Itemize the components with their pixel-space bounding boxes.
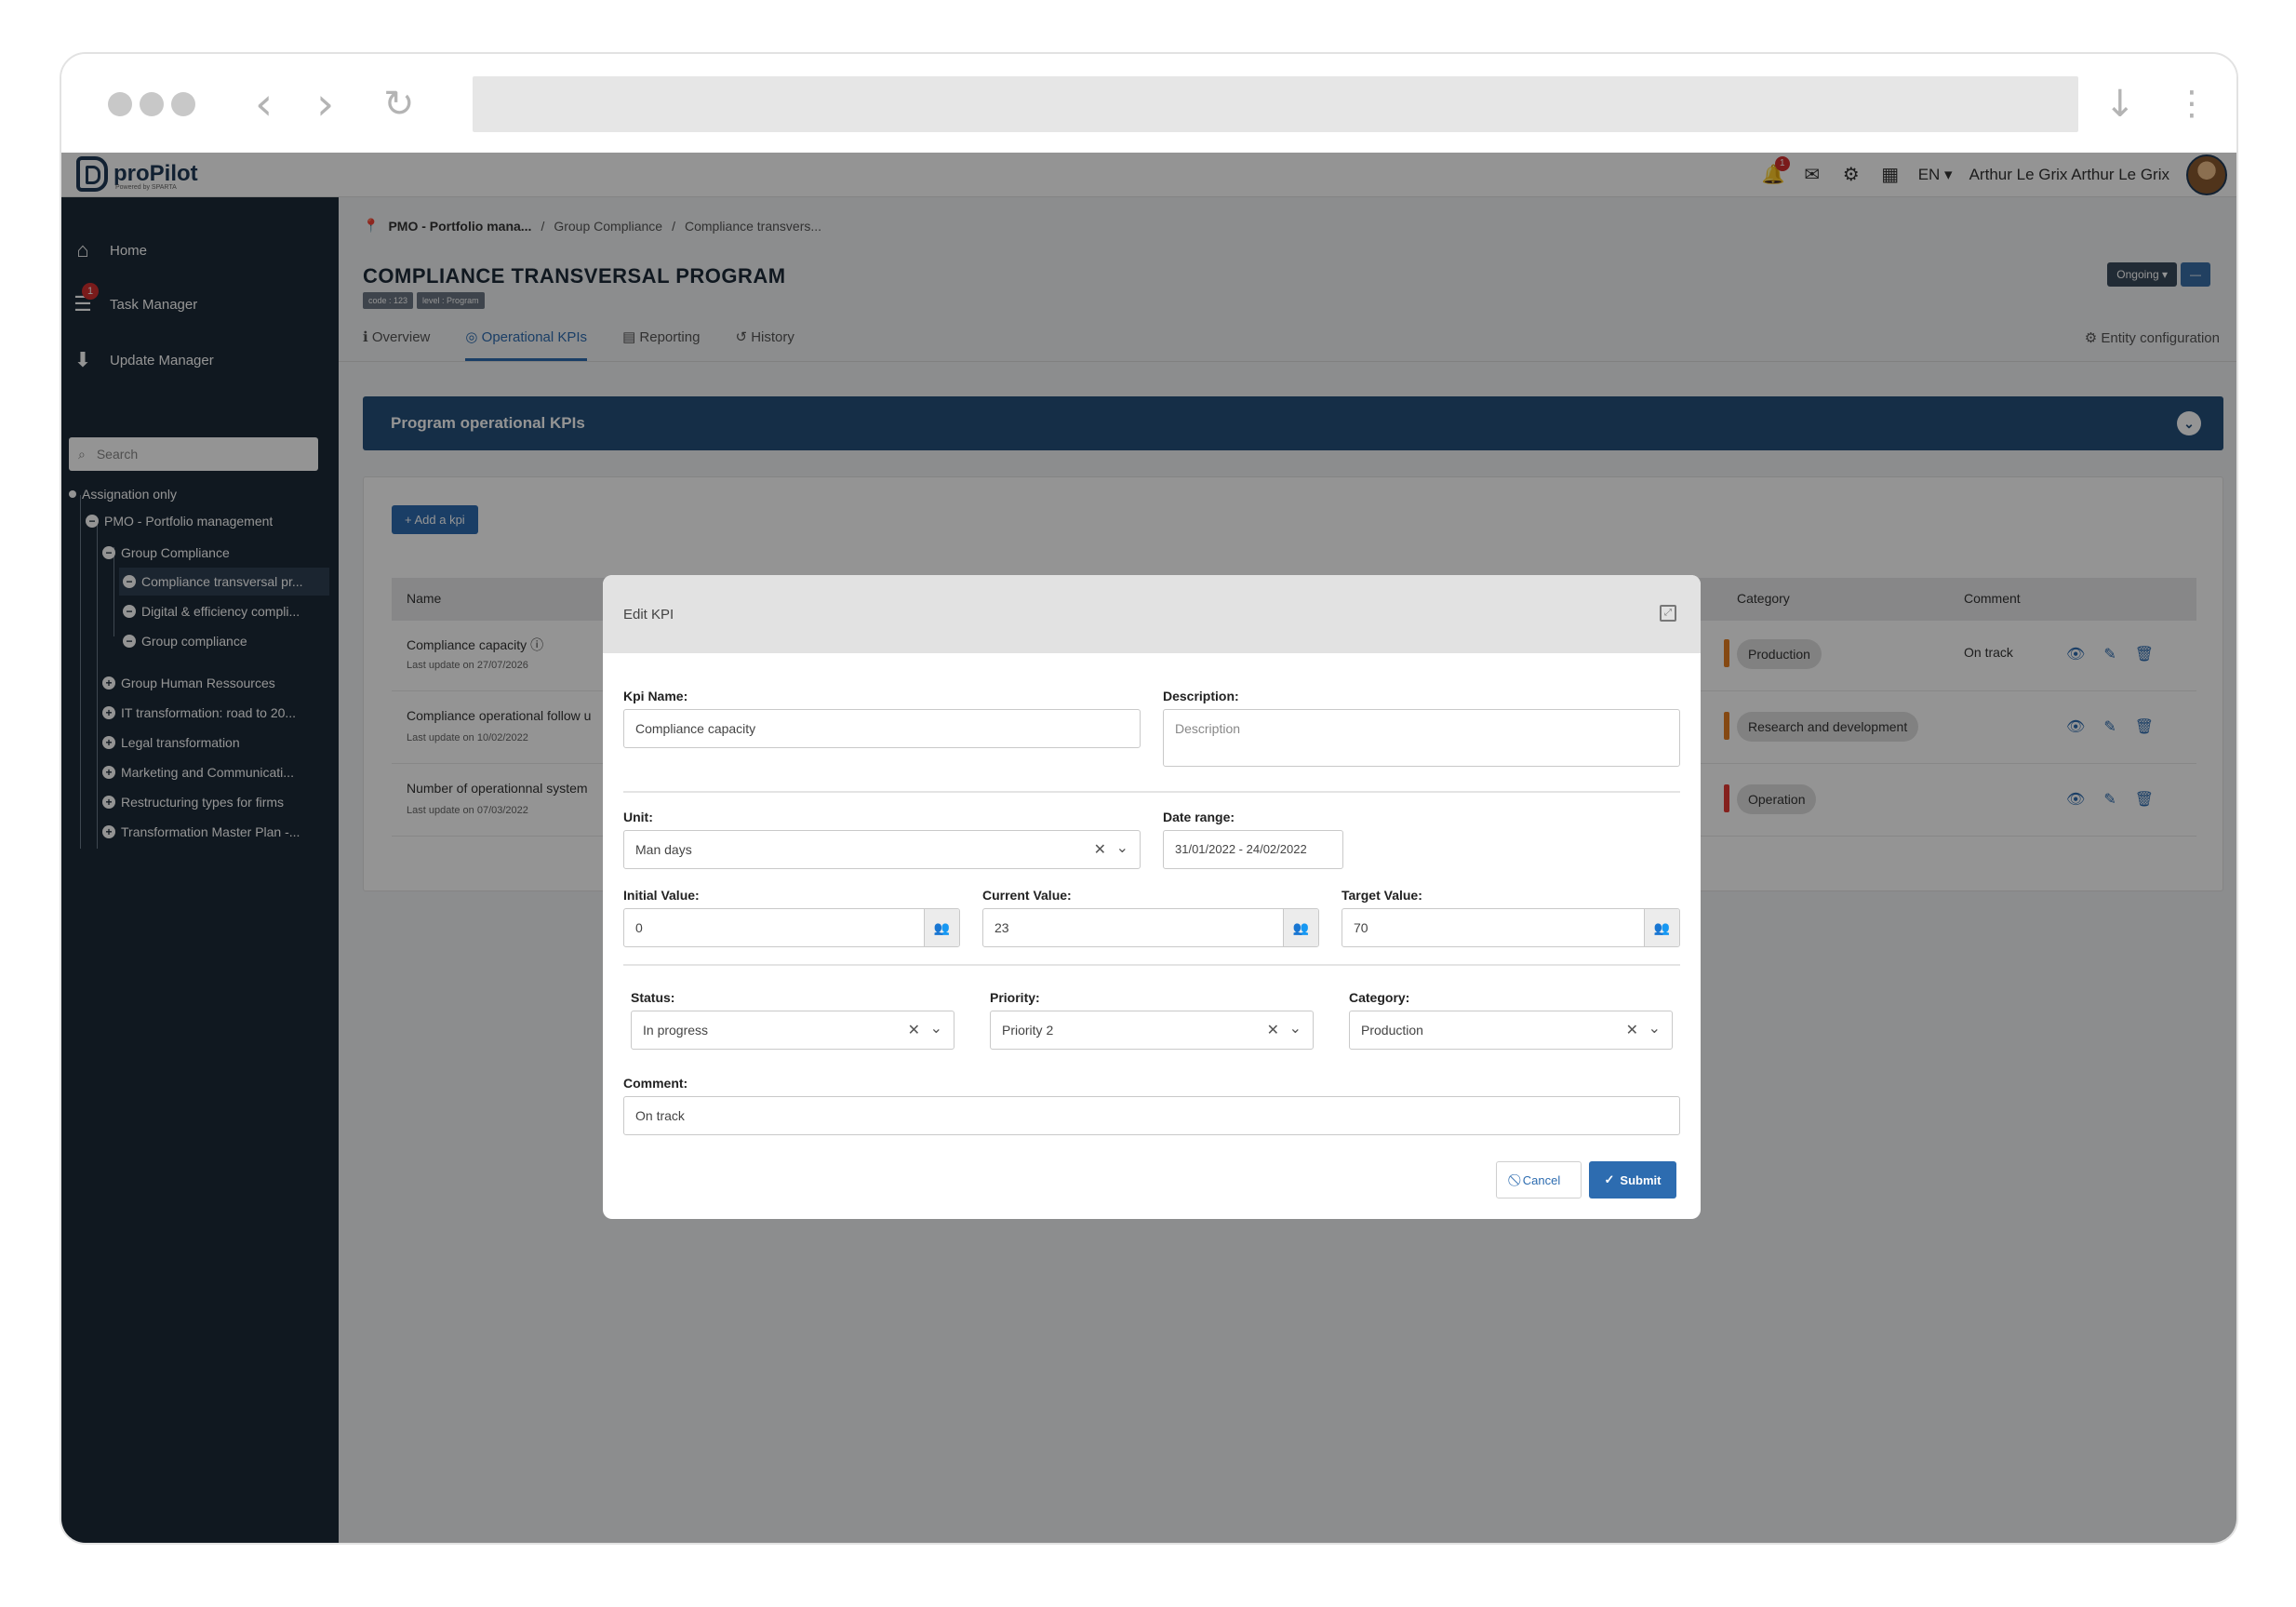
address-bar[interactable] [473,76,2078,132]
users-icon[interactable]: 👥 [1644,909,1679,946]
unit-value: Man days [635,842,692,857]
reload-icon[interactable]: ↻ [383,78,415,130]
modal-header: Edit KPI ⤢ [603,575,1701,653]
app-viewport: proPilot Powered by SPARTA 🔔 1 ✉ ⚙ ▦ EN ▾… [61,153,2236,1543]
maximize-icon[interactable]: ⤢ [1660,605,1676,622]
category-label: Category: [1349,990,1410,1005]
window-dot-icon [140,92,164,116]
menu-kebab-icon[interactable]: ⋮ [2175,78,2209,130]
initial-value-input[interactable]: 0 👥 [623,908,960,947]
modal-title: Edit KPI [623,607,674,623]
date-range-input[interactable]: 31/01/2022 - 24/02/2022 [1163,830,1343,869]
description-input[interactable]: Description [1163,709,1680,767]
window-dot-icon [108,92,132,116]
chevron-down-icon[interactable]: ⌄ [1649,1019,1661,1038]
forward-icon[interactable]: › [316,78,334,130]
check-icon: ✓ [1604,1172,1615,1186]
unit-label: Unit: [623,810,653,824]
kpi-name-label: Kpi Name: [623,689,688,703]
status-select[interactable]: In progress ✕ ⌄ [631,1011,954,1050]
category-select[interactable]: Production ✕ ⌄ [1349,1011,1673,1050]
window-dot-icon [171,92,195,116]
date-range-label: Date range: [1163,810,1235,824]
description-label: Description: [1163,689,1239,703]
comment-label: Comment: [623,1076,688,1091]
priority-select[interactable]: Priority 2 ✕ ⌄ [990,1011,1314,1050]
kpi-name-input[interactable]: Compliance capacity [623,709,1141,748]
priority-label: Priority: [990,990,1040,1005]
clear-icon[interactable]: ✕ [1626,1021,1638,1039]
comment-input[interactable]: On track [623,1096,1680,1135]
clear-icon[interactable]: ✕ [1094,840,1106,859]
target-value-label: Target Value: [1342,888,1422,903]
users-icon[interactable]: 👥 [924,909,959,946]
clear-icon[interactable]: ✕ [908,1021,920,1039]
submit-button[interactable]: ✓ Submit [1589,1161,1676,1199]
status-label: Status: [631,990,675,1005]
users-icon[interactable]: 👥 [1283,909,1318,946]
target-value-input[interactable]: 70 👥 [1342,908,1680,947]
clear-icon[interactable]: ✕ [1267,1021,1279,1039]
divider [623,964,1680,966]
current-value-input[interactable]: 23 👥 [982,908,1319,947]
chevron-down-icon[interactable]: ⌄ [1116,838,1128,857]
chevron-down-icon[interactable]: ⌄ [1289,1019,1302,1038]
unit-select[interactable]: Man days ✕ ⌄ [623,830,1141,869]
browser-toolbar: ‹ › ↻ ↓ ⋮ [61,54,2236,153]
edit-kpi-modal: Edit KPI ⤢ Kpi Name: Compliance capacity… [603,575,1701,1219]
current-value-label: Current Value: [982,888,1072,903]
initial-value-label: Initial Value: [623,888,700,903]
download-icon[interactable]: ↓ [2104,78,2136,130]
back-icon[interactable]: ‹ [255,78,273,130]
divider [623,791,1680,793]
browser-window: ‹ › ↻ ↓ ⋮ proPilot Powered by SPARTA 🔔 1 … [60,52,2238,1545]
cancel-button[interactable]: ⃠ Cancel [1496,1161,1582,1199]
chevron-down-icon[interactable]: ⌄ [930,1019,942,1038]
